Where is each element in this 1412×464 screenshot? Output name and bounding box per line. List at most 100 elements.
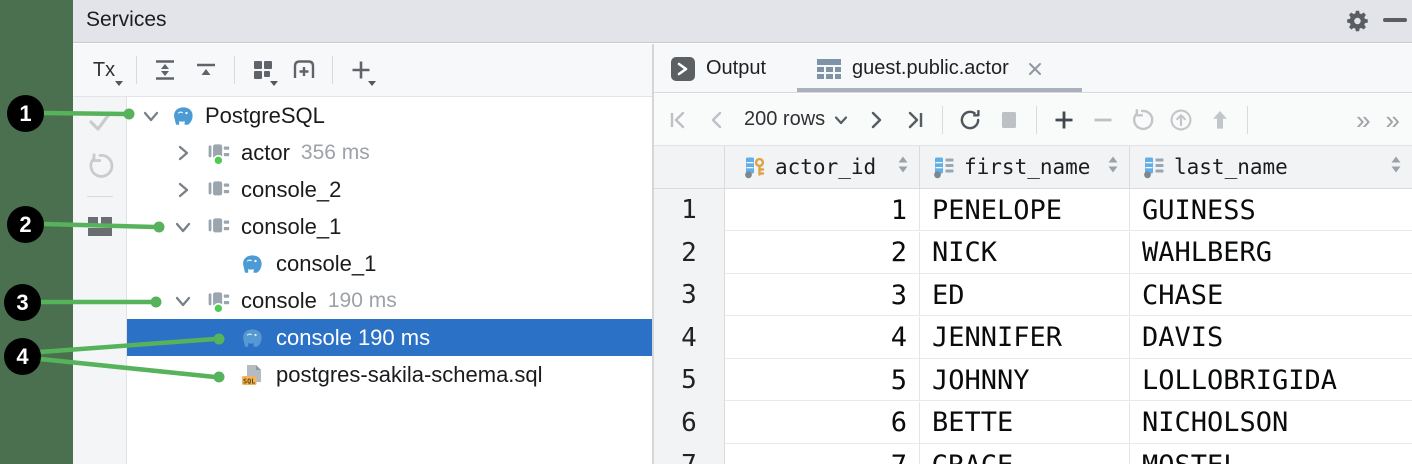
cell-actor-id[interactable]: 1 (725, 189, 920, 231)
cell-last-name[interactable]: GUINESS (1130, 189, 1412, 231)
close-icon[interactable] (1025, 59, 1045, 79)
next-page-button[interactable] (864, 108, 888, 132)
table-row: 4 JENNIFER DAVIS (725, 316, 1412, 359)
cell-first-name[interactable]: BETTE (920, 401, 1130, 444)
row-number[interactable]: 4 (654, 317, 724, 359)
column-header-first-name[interactable]: first_name (920, 146, 1130, 188)
cell-actor-id[interactable]: 2 (725, 231, 920, 274)
tree-row-sakila-schema-sql[interactable]: SQL postgres-sakila-schema.sql (127, 356, 652, 393)
first-page-button[interactable] (666, 108, 690, 132)
expand-all-button[interactable] (152, 57, 178, 83)
session-icon (207, 140, 233, 166)
cell-first-name[interactable]: PENELOPE (920, 189, 1130, 231)
editor-tab-bar: Output guest.public.actor (654, 44, 1412, 93)
sort-toggle-icon[interactable] (1107, 154, 1119, 181)
cell-last-name[interactable]: DAVIS (1130, 317, 1412, 359)
rollback-button[interactable] (86, 152, 114, 185)
services-tree: PostgreSQL actor 356 ms console_2 console… (127, 97, 652, 464)
hide-tool-window-icon[interactable] (1383, 18, 1407, 22)
add-button[interactable] (348, 57, 376, 86)
cell-actor-id[interactable]: 6 (725, 401, 920, 444)
row-number[interactable]: 2 (654, 232, 724, 274)
services-layout-button[interactable] (86, 214, 114, 245)
chevrons-hide-icon[interactable]: » (1386, 107, 1400, 133)
revert-button[interactable] (1130, 108, 1154, 132)
cell-first-name[interactable]: NICK (920, 231, 1130, 274)
dropdown-arrow-icon (270, 81, 278, 86)
expand-all-icon (156, 60, 174, 80)
last-page-button[interactable] (903, 108, 927, 132)
cell-first-name[interactable]: ED (920, 274, 1130, 316)
annotation-badge-3: 3 (4, 284, 41, 321)
session-icon (207, 177, 233, 203)
tree-row-console-190ms-selected[interactable]: console 190 ms (127, 319, 652, 356)
postgresql-icon (240, 326, 264, 350)
sort-toggle-icon[interactable] (1390, 154, 1402, 181)
tree-row-console-2[interactable]: console_2 (127, 171, 652, 208)
row-number[interactable]: 1 (654, 189, 724, 231)
cell-last-name[interactable]: MOSTEL (1130, 444, 1412, 464)
cell-first-name[interactable]: GRACE (920, 444, 1130, 464)
collapse-all-button[interactable] (193, 57, 219, 83)
delete-row-button[interactable] (1091, 108, 1115, 132)
annotation-badge-4: 4 (4, 338, 41, 375)
tab-output[interactable]: Output (670, 44, 766, 93)
tree-row-actor[interactable]: actor 356 ms (127, 134, 652, 171)
cell-actor-id[interactable]: 5 (725, 359, 920, 401)
toolbar-separator (1036, 105, 1038, 134)
reload-button[interactable] (958, 108, 982, 132)
column-header-last-name[interactable]: last_name (1130, 146, 1412, 188)
chevron-right-icon[interactable] (172, 142, 194, 164)
group-by-button[interactable] (250, 57, 278, 86)
row-number[interactable]: 5 (654, 359, 724, 401)
chevron-down-icon[interactable] (140, 105, 162, 127)
add-service-button[interactable] (291, 57, 317, 83)
chevrons-more-icon[interactable]: » (1356, 107, 1370, 133)
toolbar-separator (234, 56, 235, 84)
title-bar: Services (73, 0, 1412, 43)
tree-row-console[interactable]: console 190 ms (127, 282, 652, 319)
column-header-actor-id[interactable]: actor_id (725, 146, 920, 188)
tab-guest-public-actor[interactable]: guest.public.actor (816, 44, 1045, 93)
cell-last-name[interactable]: LOLLOBRIGIDA (1130, 359, 1412, 401)
svg-text:SQL: SQL (243, 377, 255, 385)
settings-gear-icon[interactable] (1345, 8, 1371, 34)
cell-actor-id[interactable]: 7 (725, 444, 920, 464)
connected-dot-icon (212, 154, 224, 166)
cell-last-name[interactable]: NICHOLSON (1130, 402, 1412, 444)
previous-page-button[interactable] (705, 108, 729, 132)
cell-last-name[interactable]: CHASE (1130, 274, 1412, 316)
chevron-down-icon[interactable] (172, 216, 194, 238)
chevron-right-icon[interactable] (172, 179, 194, 201)
cell-first-name[interactable]: JOHNNY (920, 359, 1130, 401)
cell-actor-id[interactable]: 3 (725, 274, 920, 316)
minus-icon (1094, 118, 1112, 121)
commit-button[interactable] (85, 106, 115, 141)
add-row-button[interactable] (1052, 108, 1076, 132)
active-tab-underline (797, 88, 1082, 92)
table-row: 5 JOHNNY LOLLOBRIGIDA (725, 359, 1412, 401)
row-number[interactable]: 7 (654, 444, 724, 464)
page-size-selector[interactable]: 200 rows (744, 108, 849, 131)
toolbar-separator (87, 196, 113, 197)
services-layout-icon (88, 217, 112, 236)
cell-actor-id[interactable]: 4 (725, 316, 920, 359)
cell-first-name[interactable]: JENNIFER (920, 316, 1130, 359)
primary-key-column-icon (745, 157, 765, 179)
chevron-down-icon[interactable] (172, 290, 194, 312)
commit-upload-button[interactable] (1208, 108, 1232, 132)
submit-button[interactable] (1169, 108, 1193, 132)
gutter-header-cell[interactable] (654, 146, 725, 188)
row-number[interactable]: 3 (654, 274, 724, 316)
row-number[interactable]: 6 (654, 402, 724, 444)
tx-transaction-button[interactable]: Tx (87, 57, 123, 86)
sort-toggle-icon[interactable] (897, 154, 909, 181)
tree-row-console-1[interactable]: console_1 (127, 208, 652, 245)
window-title: Services (86, 8, 167, 31)
tree-row-console-1-file[interactable]: console_1 (127, 245, 652, 282)
stop-button[interactable] (997, 108, 1021, 132)
cell-last-name[interactable]: WAHLBERG (1130, 232, 1412, 274)
postgresql-icon (240, 252, 264, 276)
tree-row-postgresql[interactable]: PostgreSQL (127, 97, 652, 134)
add-service-icon (293, 60, 315, 78)
